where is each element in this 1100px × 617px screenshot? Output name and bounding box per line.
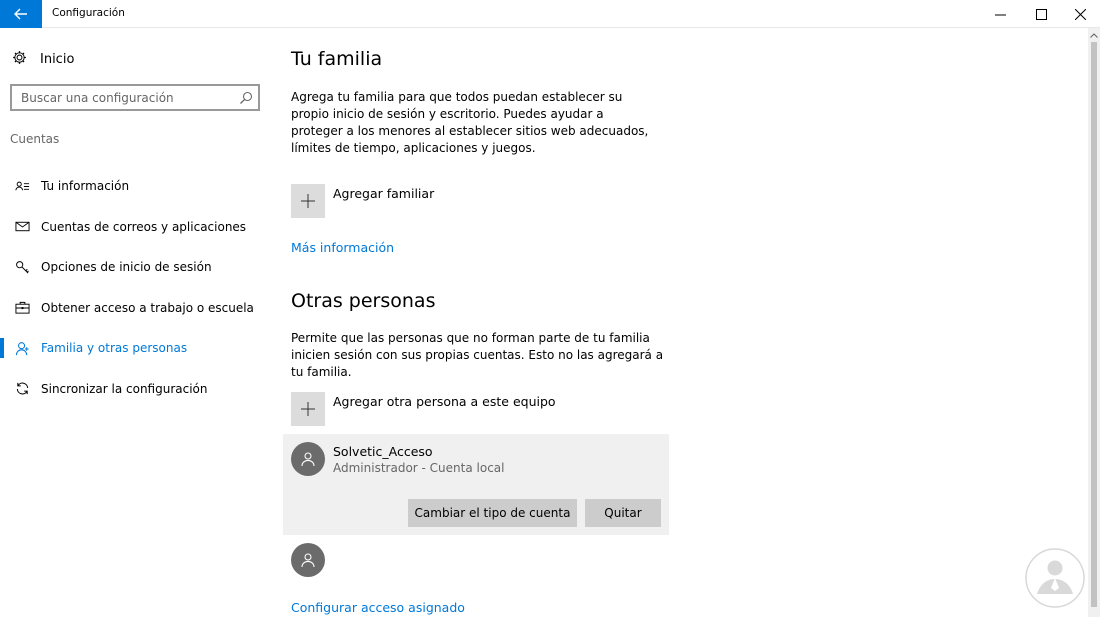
scroll-thumb[interactable] [1091,42,1097,607]
assigned-access-link[interactable]: Configurar acceso asignado [291,600,465,615]
sidebar-item-family[interactable]: Familia y otras personas [0,328,280,369]
scrollbar[interactable] [1088,28,1100,617]
sidebar-item-sync[interactable]: Sincronizar la configuración [0,369,280,410]
add-family-member-button[interactable]: Agregar familiar [291,184,434,218]
key-icon [14,259,30,275]
section-label: Cuentas [10,132,60,146]
plus-icon [301,194,315,208]
sidebar-item-label: Opciones de inicio de sesión [41,260,212,275]
add-person-tile [291,392,325,426]
avatar [291,543,325,577]
main-content: Tu familia Agrega tu familia para que to… [283,28,1081,617]
change-account-type-button[interactable]: Cambiar el tipo de cuenta [408,499,577,527]
sidebar-item-label: Familia y otras personas [41,341,188,356]
sidebar: Inicio Cuentas Tu información Cuentas de… [0,28,280,617]
search-icon[interactable] [239,90,253,104]
others-heading: Otras personas [291,290,436,312]
scroll-up-button[interactable] [1088,28,1100,42]
window-title: Configuración [52,7,125,19]
remove-account-button[interactable]: Quitar [585,499,661,527]
active-indicator [0,338,4,358]
sync-icon [14,381,30,397]
close-icon [1074,8,1086,20]
sidebar-item-sign-in-options[interactable]: Opciones de inicio de sesión [0,247,280,288]
home-label: Inicio [40,51,75,67]
family-heading: Tu familia [291,48,383,70]
user-icon [301,452,315,467]
sidebar-item-work-access[interactable]: Obtener acceso a trabajo o escuela [0,288,280,329]
search-box[interactable] [10,84,260,111]
maximize-icon [1035,8,1047,20]
briefcase-icon [14,300,30,316]
add-other-person-label: Agregar otra persona a este equipo [333,393,556,409]
sidebar-item-label: Sincronizar la configuración [41,381,208,396]
gear-icon [12,50,27,69]
home-link[interactable]: Inicio [12,48,74,70]
account-card[interactable]: Solvetic_Acceso Administrador - Cuenta l… [283,434,669,535]
sidebar-item-label: Tu información [41,179,130,194]
back-arrow-icon [14,8,27,20]
add-other-person-button[interactable]: Agregar otra persona a este equipo [291,392,556,426]
account-name: Solvetic_Acceso [333,444,433,459]
user-icon [301,553,315,568]
plus-icon [301,402,315,416]
title-bar: Configuración [0,0,1100,28]
sidebar-item-your-info[interactable]: Tu información [0,166,280,207]
watermark-logo [1024,547,1086,609]
search-input[interactable] [12,86,232,109]
person-icon [14,340,30,356]
add-family-tile [291,184,325,218]
sidebar-item-label: Obtener acceso a trabajo o escuela [41,300,254,315]
family-description: Agrega tu familia para que todos puedan … [291,90,649,155]
add-family-label: Agregar familiar [333,185,435,201]
minimize-button[interactable] [977,0,1023,28]
sidebar-item-email-accounts[interactable]: Cuentas de correos y aplicaciones [0,207,280,248]
more-info-link[interactable]: Más información [291,240,394,255]
account-role: Administrador - Cuenta local [333,461,505,475]
avatar [291,442,325,476]
others-description: Permite que las personas que no forman p… [291,331,664,379]
sidebar-nav: Tu información Cuentas de correos y apli… [0,166,280,409]
sidebar-item-label: Cuentas de correos y aplicaciones [41,219,247,234]
close-button[interactable] [1057,0,1100,28]
chevron-up-icon [1090,32,1098,38]
mail-icon [14,219,30,235]
back-button[interactable] [0,0,42,28]
minimize-icon [994,14,1006,15]
person-card-icon [14,178,30,194]
